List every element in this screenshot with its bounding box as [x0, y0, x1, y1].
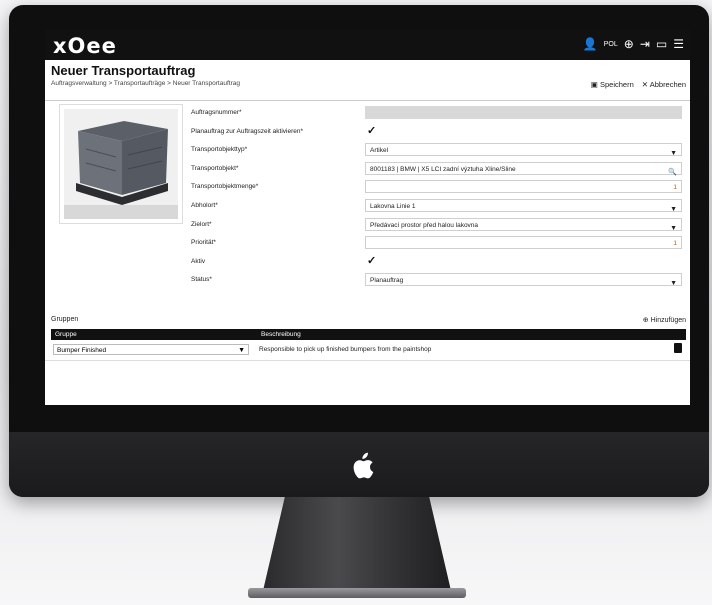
close-icon: ✕: [641, 80, 650, 89]
object-type-value: Artikel: [370, 147, 389, 155]
page-header: Neuer Transportauftrag Auftragsverwaltun…: [45, 60, 690, 101]
priority-field[interactable]: 1: [365, 236, 682, 250]
row-object: Transportobjekt* 8001183 | BMW | X5 LCI …: [189, 160, 684, 179]
destination-value: Předávací prostor před halou lakovna: [370, 221, 479, 229]
destination-select[interactable]: Předávací prostor před halou lakovna ▼: [365, 217, 682, 232]
group-value: Bumper Finished: [57, 347, 107, 354]
object-value: 8001183 | BMW | X5 LCI zadní výztuha Xli…: [370, 165, 516, 173]
monitor-foot: [248, 588, 466, 598]
column-header-description: Beschreibung: [261, 331, 301, 338]
chevron-down-icon: ▼: [670, 150, 677, 158]
add-group-label: Hinzufügen: [650, 317, 686, 324]
chevron-down-icon: ▼: [670, 224, 677, 232]
header-actions: ▣ Speichern ✕ Abbrechen: [591, 80, 686, 89]
save-label: Speichern: [599, 80, 634, 89]
column-header-group: Gruppe: [55, 331, 77, 338]
logout-icon[interactable]: ⇥: [640, 37, 650, 51]
order-form: Auftragsnummer* Planauftrag zur Auftrags…: [189, 104, 684, 290]
groups-header: Gruppen ⊕ Hinzufügen: [45, 316, 690, 328]
active-checkbox[interactable]: ✓: [367, 254, 376, 267]
status-select[interactable]: Planauftrag ▼: [365, 273, 682, 287]
chevron-down-icon: ▼: [670, 205, 677, 213]
row-object-quantity: Transportobjektmenge* 1: [189, 178, 684, 197]
top-bar: xOee 👤 POL ⊕ ⇥ ▭ ☰: [45, 30, 690, 60]
order-number-field[interactable]: [365, 106, 682, 119]
object-field[interactable]: 8001183 | BMW | X5 LCI zadní výztuha Xli…: [365, 161, 682, 176]
row-order-number: Auftragsnummer*: [189, 104, 684, 123]
status-value: Planauftrag: [370, 277, 404, 285]
row-priority: Priorität* 1: [189, 234, 684, 253]
group-select[interactable]: Bumper Finished ▼: [53, 344, 249, 355]
breadcrumb[interactable]: Auftragsverwaltung > Transportaufträge >…: [51, 80, 240, 87]
destination-label: Zielort*: [191, 220, 212, 228]
object-quantity-label: Transportobjektmenge*: [191, 183, 259, 191]
plan-activate-checkbox[interactable]: ✓: [367, 124, 376, 137]
app-screen: xOee 👤 POL ⊕ ⇥ ▭ ☰ Neuer Transportauftra…: [45, 30, 690, 405]
language-selector[interactable]: POL: [604, 41, 618, 48]
row-plan-activate: Planauftrag zur Auftragszeit aktivieren*…: [189, 123, 684, 142]
groups-title: Gruppen: [51, 316, 79, 323]
pickup-value: Lakovna Linie 1: [370, 202, 416, 210]
add-group-button[interactable]: ⊕ Hinzufügen: [643, 316, 686, 324]
table-row: Bumper Finished ▼ Responsible to pick up…: [51, 342, 686, 356]
transport-object-photo: [59, 104, 183, 224]
group-description: Responsible to pick up finished bumpers …: [259, 346, 432, 353]
plus-circle-icon: ⊕: [642, 317, 651, 324]
object-quantity-field[interactable]: 1: [365, 180, 682, 194]
monitor-stand: [262, 497, 452, 595]
user-icon[interactable]: 👤: [583, 37, 598, 51]
pickup-select[interactable]: Lakovna Linie 1 ▼: [365, 198, 682, 213]
object-type-label: Transportobjekttyp*: [191, 146, 248, 154]
search-icon[interactable]: 🔍: [668, 166, 677, 179]
groups-table-header: Gruppe Beschreibung: [51, 329, 686, 340]
pickup-label: Abholort*: [191, 201, 218, 209]
container-image: [64, 109, 178, 219]
row-status: Status* Planauftrag ▼: [189, 271, 684, 290]
active-label: Aktiv: [191, 257, 206, 265]
object-label: Transportobjekt*: [191, 164, 239, 172]
content-footer: [45, 360, 690, 405]
plan-activate-label: Planauftrag zur Auftragszeit aktivieren*: [191, 127, 304, 135]
trash-icon[interactable]: [674, 343, 682, 353]
status-label: Status*: [191, 276, 212, 284]
cancel-button[interactable]: ✕ Abbrechen: [642, 80, 686, 89]
row-pickup: Abholort* Lakovna Linie 1 ▼: [189, 197, 684, 216]
row-object-type: Transportobjekttyp* Artikel ▼: [189, 141, 684, 160]
app-logo[interactable]: xOee: [53, 34, 117, 58]
top-icons: 👤 POL ⊕ ⇥ ▭ ☰: [583, 37, 684, 51]
cancel-label: Abbrechen: [649, 80, 686, 89]
row-destination: Zielort* Předávací prostor před halou la…: [189, 216, 684, 235]
row-active: Aktiv ✓: [189, 253, 684, 272]
save-button[interactable]: ▣ Speichern: [591, 80, 634, 89]
chevron-down-icon: ▼: [670, 280, 677, 288]
chevron-down-icon: ▼: [238, 347, 245, 354]
monitor-icon[interactable]: ▭: [656, 37, 667, 51]
order-number-label: Auftragsnummer*: [191, 109, 242, 116]
globe-icon[interactable]: ⊕: [624, 37, 634, 51]
object-type-select[interactable]: Artikel ▼: [365, 143, 682, 157]
save-icon: ▣: [590, 80, 600, 89]
priority-label: Priorität*: [191, 239, 216, 247]
apple-logo: [353, 452, 374, 479]
page-title: Neuer Transportauftrag: [51, 63, 196, 78]
menu-icon[interactable]: ☰: [673, 37, 684, 51]
